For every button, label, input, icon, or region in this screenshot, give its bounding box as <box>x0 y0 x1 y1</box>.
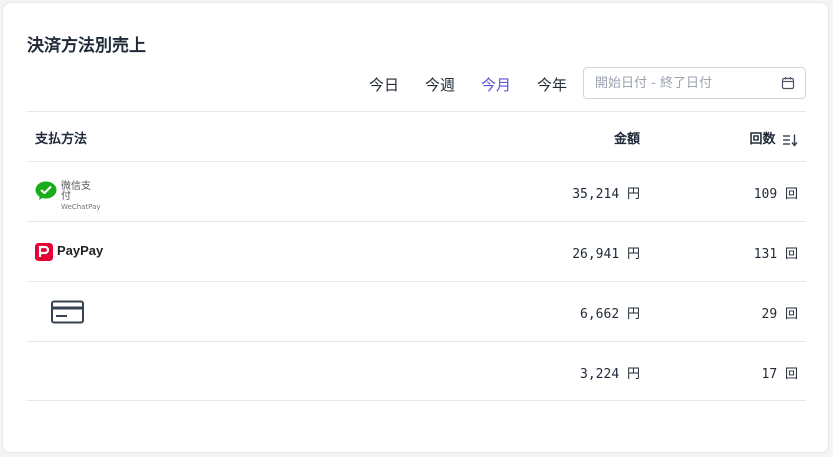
credit-card-icon <box>51 300 84 324</box>
count-cell: 109 回 <box>753 187 798 202</box>
payment-table: 支払方法 金額 回数 微信支付 WeChatPay 35,214 円 109 回… <box>27 111 806 401</box>
period-toolbar: 今日 今週 今月 今年 <box>3 67 806 101</box>
date-range-input[interactable] <box>585 69 775 97</box>
wechat-pay-icon <box>35 181 57 200</box>
table-row: 微信支付 WeChatPay 35,214 円 109 回 <box>27 161 806 221</box>
date-range-picker[interactable] <box>583 67 806 99</box>
wechat-pay-text-en: WeChatPay <box>61 203 101 211</box>
wechat-pay-text-cn: 微信支付 <box>61 181 91 202</box>
column-header-amount[interactable]: 金額 <box>614 128 640 147</box>
column-header-method[interactable]: 支払方法 <box>35 128 87 147</box>
paypay-icon <box>35 243 53 261</box>
amount-cell: 6,662 円 <box>580 307 640 322</box>
table-header: 支払方法 金額 回数 <box>27 111 806 161</box>
amount-cell: 26,941 円 <box>572 247 640 262</box>
sales-by-payment-card: 決済方法別売上 今日 今週 今月 今年 支払方法 金額 回数 <box>2 2 829 453</box>
tab-this-year[interactable]: 今年 <box>537 74 567 95</box>
count-cell: 17 回 <box>761 367 798 382</box>
tab-today[interactable]: 今日 <box>369 74 399 95</box>
calendar-icon[interactable] <box>781 76 795 90</box>
tab-this-month[interactable]: 今月 <box>481 74 511 95</box>
sort-descending-icon[interactable] <box>782 133 798 147</box>
count-cell: 131 回 <box>753 247 798 262</box>
table-row: 3,224 円 17 回 <box>27 341 806 401</box>
amount-cell: 35,214 円 <box>572 187 640 202</box>
card-title: 決済方法別売上 <box>27 36 146 56</box>
amount-cell: 3,224 円 <box>580 367 640 382</box>
paypay-text: PayPay <box>57 243 104 258</box>
tab-this-week[interactable]: 今週 <box>425 74 455 95</box>
table-row: PayPay 26,941 円 131 回 <box>27 221 806 281</box>
table-row: 6,662 円 29 回 <box>27 281 806 341</box>
count-cell: 29 回 <box>761 307 798 322</box>
column-header-count[interactable]: 回数 <box>749 128 798 147</box>
column-header-count-label: 回数 <box>749 132 776 147</box>
